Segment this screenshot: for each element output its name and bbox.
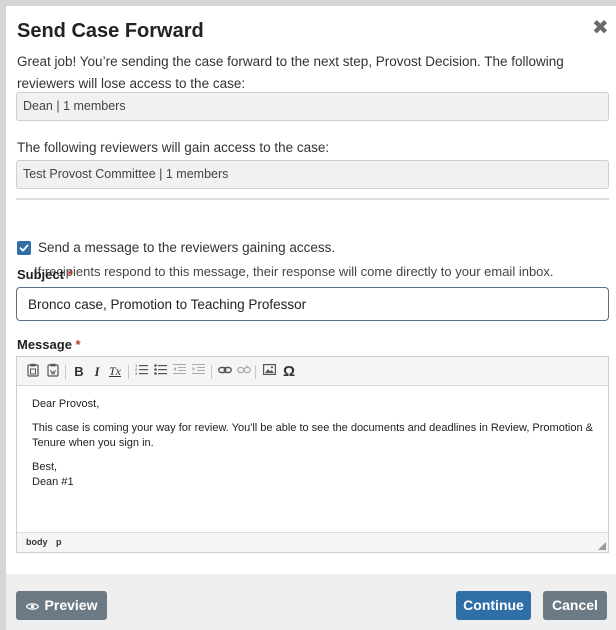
paste-from-word-icon[interactable] bbox=[45, 363, 61, 380]
message-editor[interactable]: B I Tx 123 Ω Dear Provost, This case is … bbox=[16, 356, 609, 553]
subject-label: Subject * bbox=[17, 267, 73, 282]
special-character-icon[interactable]: Ω bbox=[281, 363, 297, 380]
italic-icon[interactable]: I bbox=[89, 363, 105, 380]
element-path-p[interactable]: p bbox=[56, 537, 62, 547]
message-paragraph: This case is coming your way for review.… bbox=[32, 422, 593, 449]
message-greeting: Dear Provost, bbox=[32, 398, 100, 410]
element-path-body[interactable]: body bbox=[26, 537, 48, 547]
required-marker: * bbox=[75, 337, 81, 352]
message-signature: Dean #1 bbox=[32, 476, 74, 488]
dialog-footer: Preview Continue Cancel bbox=[6, 574, 616, 630]
dialog-title: Send Case Forward bbox=[17, 20, 204, 42]
send-message-hint: If recipients respond to this message, t… bbox=[34, 264, 554, 279]
editor-status-bar: body p bbox=[17, 532, 608, 552]
subject-label-text: Subject bbox=[17, 267, 64, 282]
intro-text: Great job! You’re sending the case forwa… bbox=[17, 54, 564, 91]
toolbar-separator bbox=[211, 365, 212, 379]
remove-format-icon[interactable]: Tx bbox=[107, 363, 123, 380]
numbered-list-icon[interactable]: 123 bbox=[134, 363, 150, 380]
increase-indent-icon[interactable] bbox=[191, 363, 207, 380]
unlink-icon[interactable] bbox=[236, 363, 252, 380]
svg-text:3: 3 bbox=[135, 371, 138, 375]
image-icon[interactable] bbox=[261, 363, 277, 380]
resize-grip-icon[interactable] bbox=[598, 542, 606, 550]
gaining-reviewers-box: Test Provost Committee | 1 members bbox=[16, 160, 609, 189]
send-message-label[interactable]: Send a message to the reviewers gaining … bbox=[38, 240, 335, 255]
editor-toolbar: B I Tx 123 Ω bbox=[17, 357, 608, 386]
gain-access-label: The following reviewers will gain access… bbox=[17, 140, 330, 155]
preview-button[interactable]: Preview bbox=[16, 591, 107, 620]
losing-reviewers-box: Dean | 1 members bbox=[16, 92, 609, 121]
send-message-checkbox[interactable] bbox=[17, 241, 31, 255]
continue-button[interactable]: Continue bbox=[456, 591, 531, 620]
message-closing: Best, bbox=[32, 461, 58, 473]
bulleted-list-icon[interactable] bbox=[153, 363, 169, 380]
message-label: Message * bbox=[17, 337, 81, 352]
decrease-indent-icon[interactable] bbox=[172, 363, 188, 380]
eye-icon bbox=[25, 603, 39, 610]
message-label-text: Message bbox=[17, 337, 72, 352]
link-icon[interactable] bbox=[217, 363, 233, 380]
close-icon[interactable]: ✖ bbox=[592, 18, 609, 38]
subject-input[interactable] bbox=[16, 287, 609, 321]
toolbar-separator bbox=[128, 365, 129, 379]
paste-icon[interactable] bbox=[25, 363, 41, 380]
toolbar-separator bbox=[65, 365, 66, 379]
editor-content[interactable]: Dear Provost, This case is coming your w… bbox=[32, 397, 597, 499]
divider bbox=[16, 198, 609, 200]
preview-label: Preview bbox=[44, 597, 98, 613]
bold-icon[interactable]: B bbox=[71, 363, 87, 380]
toolbar-separator bbox=[255, 365, 256, 379]
checkmark-icon bbox=[19, 244, 29, 252]
send-case-forward-dialog: Send Case Forward ✖ Great job! You’re se… bbox=[6, 6, 616, 630]
cancel-button[interactable]: Cancel bbox=[543, 591, 607, 620]
required-marker: * bbox=[67, 267, 73, 282]
